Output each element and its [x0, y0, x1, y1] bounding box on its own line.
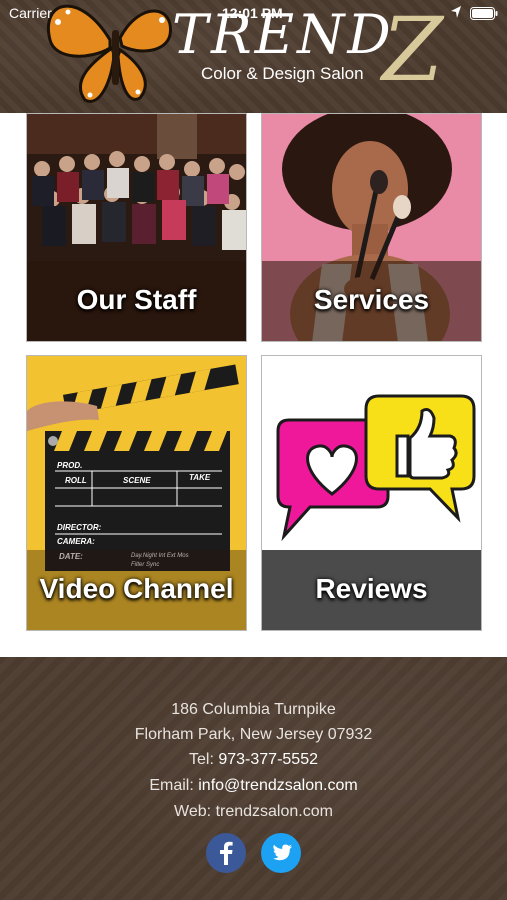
- phone-label: Tel:: [189, 751, 214, 768]
- clapper-take: TAKE: [189, 473, 211, 482]
- location-arrow-icon: [451, 6, 461, 18]
- carrier-label: Carrier: [9, 5, 52, 21]
- tile-our-staff[interactable]: Our Staff: [26, 113, 247, 342]
- twitter-button[interactable]: [261, 833, 301, 873]
- clapper-scene: SCENE: [123, 476, 151, 485]
- facebook-icon: [220, 841, 233, 865]
- brand-subtitle: Color & Design Salon: [201, 64, 364, 83]
- status-bar: Carrier 12:01 PM: [0, 0, 507, 26]
- twitter-icon: [273, 844, 292, 861]
- tile-services[interactable]: Services: [261, 113, 482, 342]
- phone-line: Tel: 973-377-5552: [0, 751, 507, 769]
- address-line-2: Florham Park, New Jersey 07932: [134, 726, 373, 743]
- contact-footer: 186 Columbia Turnpike Florham Park, New …: [0, 657, 507, 900]
- clapper-director: DIRECTOR:: [57, 523, 102, 532]
- email-link[interactable]: info@trendzsalon.com: [198, 777, 357, 794]
- web-link[interactable]: trendzsalon.com: [216, 803, 333, 820]
- app-header: TREND Z Color & Design Salon Carrier 12:…: [0, 0, 507, 113]
- tile-label-services: Services: [313, 284, 430, 315]
- facebook-button[interactable]: [206, 833, 246, 873]
- tile-reviews[interactable]: Reviews: [261, 355, 482, 631]
- clock: 12:01 PM: [222, 5, 283, 21]
- address-line-1: 186 Columbia Turnpike: [171, 701, 336, 718]
- web-label: Web:: [174, 803, 212, 820]
- tile-label-our-staff: Our Staff: [76, 284, 197, 315]
- phone-link[interactable]: 973-377-5552: [218, 751, 318, 768]
- clapper-roll: ROLL: [65, 476, 87, 485]
- clapper-prod: PROD.: [57, 461, 82, 470]
- email-line: Email: info@trendzsalon.com: [0, 777, 507, 795]
- menu-grid: Our Staff Services PROD. ROLL SCENE TAKE…: [0, 113, 507, 657]
- clapper-camera: CAMERA:: [57, 537, 95, 546]
- tile-label-video-channel: Video Channel: [39, 573, 234, 604]
- tile-video-channel[interactable]: PROD. ROLL SCENE TAKE DIRECTOR: CAMERA: …: [26, 355, 247, 631]
- email-label: Email:: [149, 777, 194, 794]
- tile-label-reviews: Reviews: [315, 573, 428, 604]
- battery-icon: [470, 7, 498, 20]
- web-line: Web: trendzsalon.com: [0, 803, 507, 821]
